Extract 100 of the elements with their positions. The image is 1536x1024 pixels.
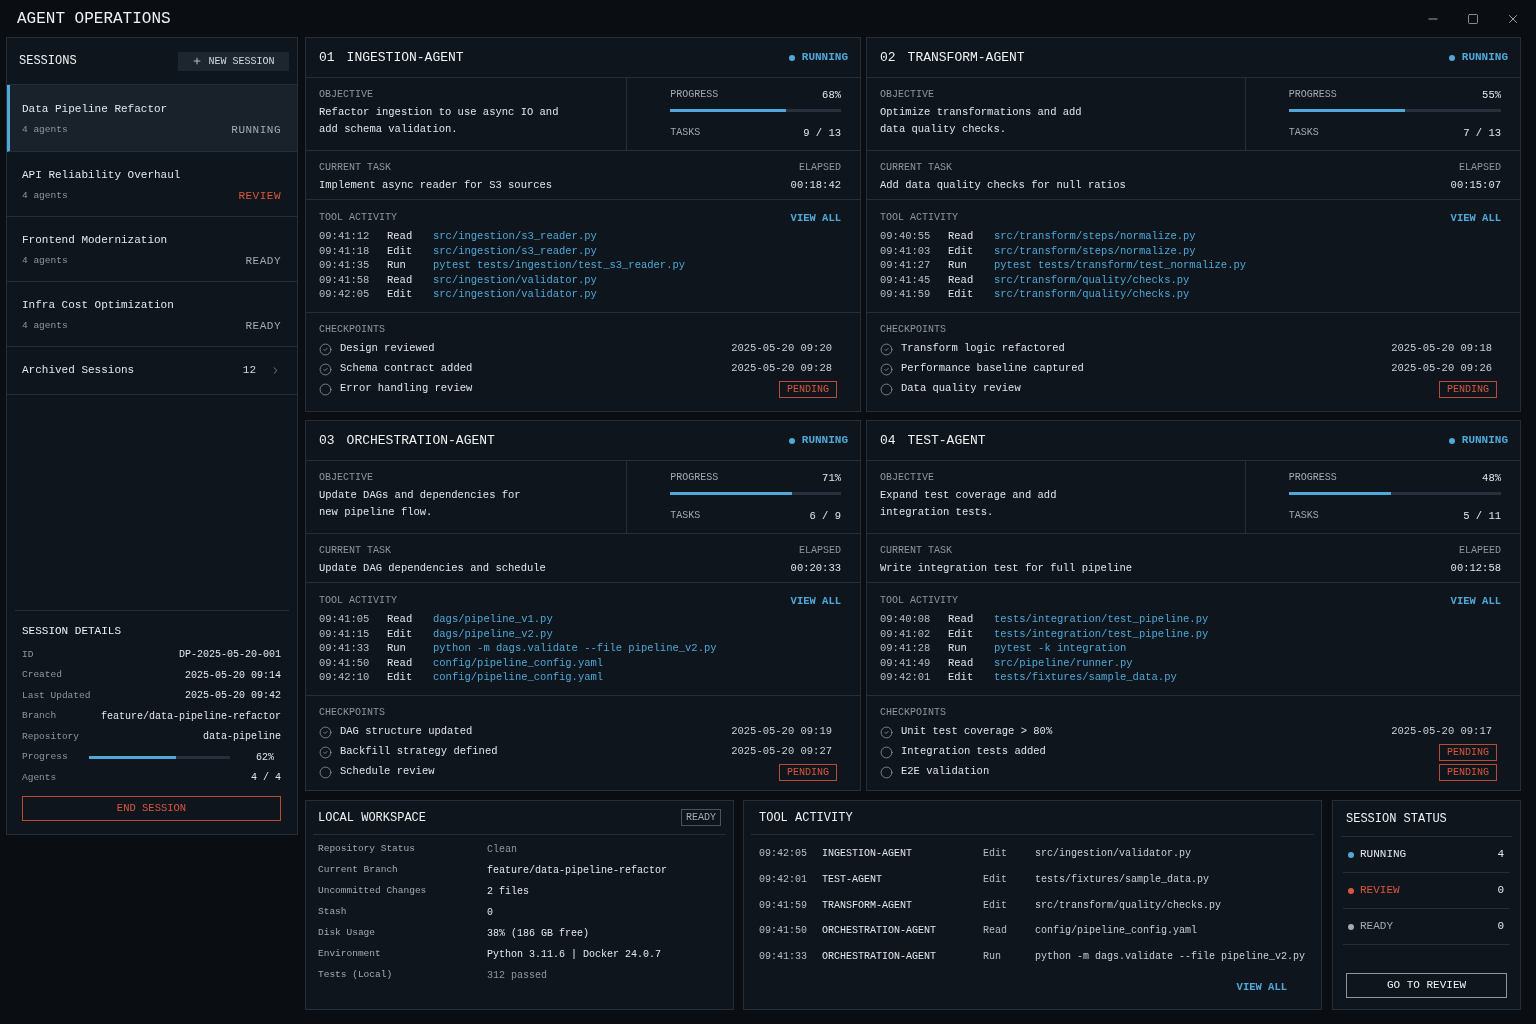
check-circle-icon[interactable] — [319, 725, 332, 739]
detail-label: Last Updated — [22, 688, 91, 703]
go-to-review-button[interactable]: GO TO REVIEW — [1346, 973, 1507, 998]
activity-time: 09:41:15 — [319, 626, 371, 642]
view-all-link[interactable]: VIEW ALL — [1236, 980, 1287, 996]
workspace-label: Tests (Local) — [318, 968, 394, 983]
activity-time: 09:42:01 — [880, 670, 932, 686]
elapsed-time: 00:20:33 — [790, 561, 841, 575]
status-label: REVIEW — [1360, 883, 1400, 899]
session-status: READY — [245, 254, 281, 268]
end-session-button[interactable]: END SESSION — [22, 796, 281, 821]
detail-value: feature/data-pipeline-refactor — [100, 709, 281, 724]
session-item[interactable]: Data Pipeline Refactor 4 agents RUNNING — [7, 85, 297, 152]
current-task: Add data quality checks for null ratios — [880, 178, 1126, 192]
status-count: 0 — [1497, 883, 1504, 899]
workspace-label: Environment — [318, 947, 382, 962]
view-all-link[interactable]: VIEW ALL — [1450, 211, 1501, 225]
pending-badge: PENDING — [1439, 743, 1497, 761]
agent-number: 04 — [880, 431, 896, 450]
file-path-link[interactable]: src/transform/quality/checks.py — [994, 272, 1190, 289]
section-label: OBJECTIVE — [880, 88, 935, 102]
file-path-link[interactable]: pytest tests/transform/test_normalize.py — [994, 258, 1247, 275]
file-path-link[interactable]: tests/fixtures/sample_data.py — [994, 670, 1177, 687]
activity-agent: TEST-AGENT — [822, 873, 883, 888]
check-circle-icon[interactable] — [319, 745, 332, 759]
session-item[interactable]: API Reliability Overhaul 4 agents REVIEW — [7, 152, 297, 217]
file-path-link[interactable]: src/ingestion/validator.py — [433, 287, 597, 304]
current-task: Implement async reader for S3 sources — [319, 178, 553, 192]
section-label: CURRENT TASK — [880, 161, 953, 175]
section-label: ELAPSED — [799, 161, 841, 175]
activity-time: 09:41:59 — [880, 287, 932, 303]
empty-circle-icon[interactable] — [319, 765, 332, 779]
workspace-label: Repository Status — [318, 842, 416, 857]
checkpoint-label: Schema contract added — [340, 361, 473, 377]
activity-time: 09:40:55 — [880, 229, 932, 245]
elapsed-time: 00:15:07 — [1450, 178, 1501, 192]
checkpoint-label: Data quality review — [901, 381, 1021, 397]
file-path-link[interactable]: config/pipeline_config.yaml — [433, 670, 604, 687]
check-circle-icon[interactable] — [880, 362, 893, 376]
file-path-link[interactable]: src/ingestion/validator.py — [433, 272, 597, 289]
activity-target: tests/fixtures/sample_data.py — [1035, 873, 1210, 888]
session-item[interactable]: Frontend Modernization 4 agents READY — [7, 217, 297, 282]
file-path-link[interactable]: src/transform/steps/normalize.py — [994, 229, 1196, 246]
activity-time: 09:41:33 — [319, 641, 371, 657]
empty-circle-icon[interactable] — [880, 745, 893, 759]
status-count: 4 — [1497, 847, 1504, 863]
check-circle-icon[interactable] — [319, 342, 332, 356]
activity-action: Read — [387, 655, 414, 671]
workspace-label: Disk Usage — [318, 926, 376, 941]
archived-sessions-item[interactable]: Archived Sessions 12 — [7, 347, 297, 395]
detail-value: 62% — [255, 750, 275, 765]
view-all-link[interactable]: VIEW ALL — [790, 594, 841, 608]
view-all-link[interactable]: VIEW ALL — [790, 211, 841, 225]
file-path-link[interactable]: config/pipeline_config.yaml — [433, 655, 604, 672]
file-path-link[interactable]: tests/integration/test_pipeline.py — [994, 612, 1209, 629]
empty-circle-icon[interactable] — [880, 765, 893, 779]
pending-badge: PENDING — [779, 763, 837, 781]
file-path-link[interactable]: tests/integration/test_pipeline.py — [994, 626, 1209, 643]
file-path-link[interactable]: src/ingestion/s3_reader.py — [433, 229, 597, 246]
session-item[interactable]: Infra Cost Optimization 4 agents READY — [7, 282, 297, 347]
view-all-link[interactable]: VIEW ALL — [1450, 594, 1501, 608]
activity-action: Edit — [948, 287, 975, 303]
agent-count: 4 agents — [22, 189, 68, 203]
file-path-link[interactable]: src/pipeline/runner.py — [994, 655, 1133, 672]
activity-time: 09:41:45 — [880, 272, 932, 288]
file-path-link[interactable]: pytest tests/ingestion/test_s3_reader.py — [433, 258, 686, 275]
maximize-icon[interactable] — [1467, 12, 1479, 25]
session-status: READY — [245, 319, 281, 333]
detail-label: Branch — [22, 709, 57, 724]
empty-circle-icon[interactable] — [319, 382, 332, 396]
file-path-link[interactable]: src/transform/steps/normalize.py — [994, 243, 1196, 260]
new-session-button[interactable]: NEW SESSION — [178, 51, 289, 71]
check-circle-icon[interactable] — [880, 725, 893, 739]
file-path-link[interactable]: pytest -k integration — [994, 641, 1127, 658]
activity-action: Edit — [948, 626, 975, 642]
section-label: CURRENT TASK — [880, 544, 953, 558]
panel-title: LOCAL WORKSPACE — [318, 809, 427, 827]
activity-time: 09:41:58 — [319, 272, 371, 288]
plus-icon — [192, 56, 203, 66]
empty-circle-icon[interactable] — [880, 382, 893, 396]
activity-action: Run — [387, 258, 407, 274]
activity-time: 09:42:01 — [759, 873, 808, 888]
activity-action: Run — [983, 950, 1002, 965]
status-label: READY — [1360, 919, 1393, 935]
check-circle-icon[interactable] — [319, 362, 332, 376]
activity-action: Edit — [983, 847, 1008, 862]
objective-text: Update DAGs and dependencies for new pipeline flow. — [319, 488, 522, 520]
workspace-label: Uncommitted Changes — [318, 884, 428, 899]
file-path-link[interactable]: python -m dags.validate --file pipeline_v2.py — [433, 641, 717, 658]
file-path-link[interactable]: src/ingestion/s3_reader.py — [433, 243, 597, 260]
check-circle-icon[interactable] — [880, 342, 893, 356]
section-label: OBJECTIVE — [319, 88, 374, 102]
activity-action: Read — [948, 612, 975, 628]
objective-text: Refactor ingestion to use async IO and add schema validation. — [319, 105, 560, 137]
file-path-link[interactable]: dags/pipeline_v1.py — [433, 612, 553, 629]
session-name: Frontend Modernization — [22, 233, 169, 248]
section-label: TOOL ACTIVITY — [319, 594, 397, 608]
file-path-link[interactable]: dags/pipeline_v2.py — [433, 626, 553, 643]
file-path-link[interactable]: src/transform/quality/checks.py — [994, 287, 1190, 304]
agent-number: 03 — [319, 431, 335, 450]
